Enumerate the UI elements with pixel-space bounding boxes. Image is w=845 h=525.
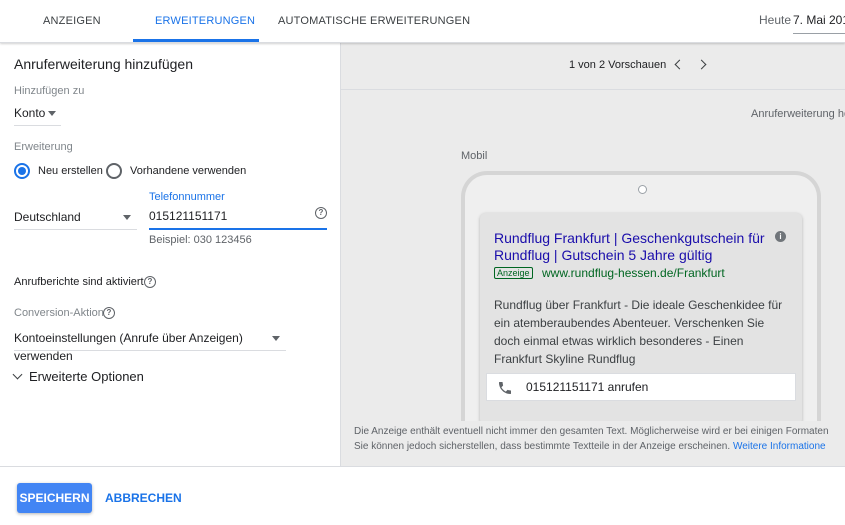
extension-label: Erweiterung [14, 141, 73, 153]
preview-counter: 1 von 2 Vorschauen [569, 59, 667, 71]
chevron-down-icon [12, 369, 23, 380]
tab-erweiterungen[interactable]: ERWEITERUNGEN [155, 0, 255, 42]
phone-icon [499, 382, 511, 394]
date-underline [793, 33, 845, 34]
add-to-select[interactable]: Konto [14, 104, 61, 126]
preview-heading: Anruferweiterung he [751, 108, 845, 120]
save-button[interactable]: SPEICHERN [17, 483, 92, 513]
help-icon[interactable]: ? [315, 207, 327, 219]
phone-input[interactable]: 015121151171 [149, 207, 327, 229]
caret-down-icon [123, 215, 131, 220]
extension-form-panel: Anruferweiterung hinzufügen Hinzufügen z… [0, 43, 341, 466]
disclaimer-line-2-text: Sie können jedoch sicherstellen, dass be… [354, 441, 731, 452]
advanced-options-label: Erweiterte Optionen [29, 369, 144, 384]
top-tab-bar: ANZEIGEN ERWEITERUNGEN AUTOMATISCHE ERWE… [0, 0, 845, 43]
date-picker[interactable]: 7. Mai 2019 [793, 13, 845, 27]
preview-navigation: 1 von 2 Vorschauen [341, 43, 845, 90]
device-label: Mobil [461, 150, 488, 162]
call-extension-row[interactable]: 015121151171 anrufen [486, 373, 796, 401]
mobile-phone-frame: Rundflug Frankfurt | Geschenkgutschein f… [461, 171, 821, 421]
info-icon[interactable]: i [775, 231, 786, 242]
ad-badge: Anzeige [494, 267, 533, 279]
phone-label: Telefonnummer [149, 191, 225, 203]
ad-preview-panel: 1 von 2 Vorschauen Anruferweiterung he M… [341, 43, 845, 466]
country-value: Deutschland [14, 210, 81, 224]
add-to-value: Konto [14, 106, 46, 120]
country-select[interactable]: Deutschland [14, 208, 137, 230]
radio-existing-label[interactable]: Vorhandene verwenden [130, 165, 246, 177]
ad-description: Rundflug über Frankfurt - Die ideale Ges… [494, 298, 783, 366]
chevron-right-icon[interactable] [696, 59, 707, 70]
cancel-button[interactable]: ABBRECHEN [105, 483, 182, 513]
disclaimer-line-1: Die Anzeige enthält eventuell nicht imme… [354, 426, 829, 437]
disclaimer-line-2: Sie können jedoch sicherstellen, dass be… [354, 439, 845, 454]
conversion-label: Conversion-Aktion [14, 307, 104, 319]
conversion-select[interactable]: Kontoeinstellungen (Anrufe über Anzeigen… [14, 329, 286, 363]
radio-new-label[interactable]: Neu erstellen [38, 165, 103, 177]
caret-down-icon [272, 336, 280, 341]
chevron-left-icon[interactable] [674, 59, 685, 70]
phone-hint: Beispiel: 030 123456 [149, 234, 252, 246]
preview-disclaimer: Die Anzeige enthält eventuell nicht imme… [354, 424, 845, 454]
tab-anzeigen[interactable]: ANZEIGEN [43, 0, 101, 42]
date-label: Heute [759, 13, 792, 27]
call-text: 015121151171 anrufen [526, 380, 649, 394]
conversion-value: Kontoeinstellungen (Anrufe über Anzeigen… [14, 331, 243, 363]
action-bar: SPEICHERN ABBRECHEN [0, 466, 845, 525]
help-icon[interactable]: ? [144, 276, 156, 288]
help-icon[interactable]: ? [103, 307, 115, 319]
phone-input-underline [149, 228, 327, 230]
active-tab-indicator [133, 39, 259, 42]
more-info-link[interactable]: Weitere Informatione [733, 441, 826, 452]
advanced-options-toggle[interactable]: Erweiterte Optionen [12, 369, 144, 384]
panel-title: Anruferweiterung hinzufügen [14, 56, 194, 72]
ad-display-url: www.rundflug-hessen.de/Frankfurt [542, 266, 725, 280]
call-reports-label: Anrufberichte sind aktiviert [14, 276, 144, 288]
phone-camera-icon [638, 185, 647, 194]
ad-headline[interactable]: Rundflug Frankfurt | Geschenkgutschein f… [494, 230, 772, 264]
radio-existing[interactable] [106, 163, 122, 179]
add-to-label: Hinzufügen zu [14, 85, 85, 97]
tab-automatische-erweiterungen[interactable]: AUTOMATISCHE ERWEITERUNGEN [278, 0, 470, 42]
radio-new[interactable] [14, 163, 30, 179]
ad-card: Rundflug Frankfurt | Geschenkgutschein f… [480, 213, 802, 421]
caret-down-icon [48, 111, 56, 116]
